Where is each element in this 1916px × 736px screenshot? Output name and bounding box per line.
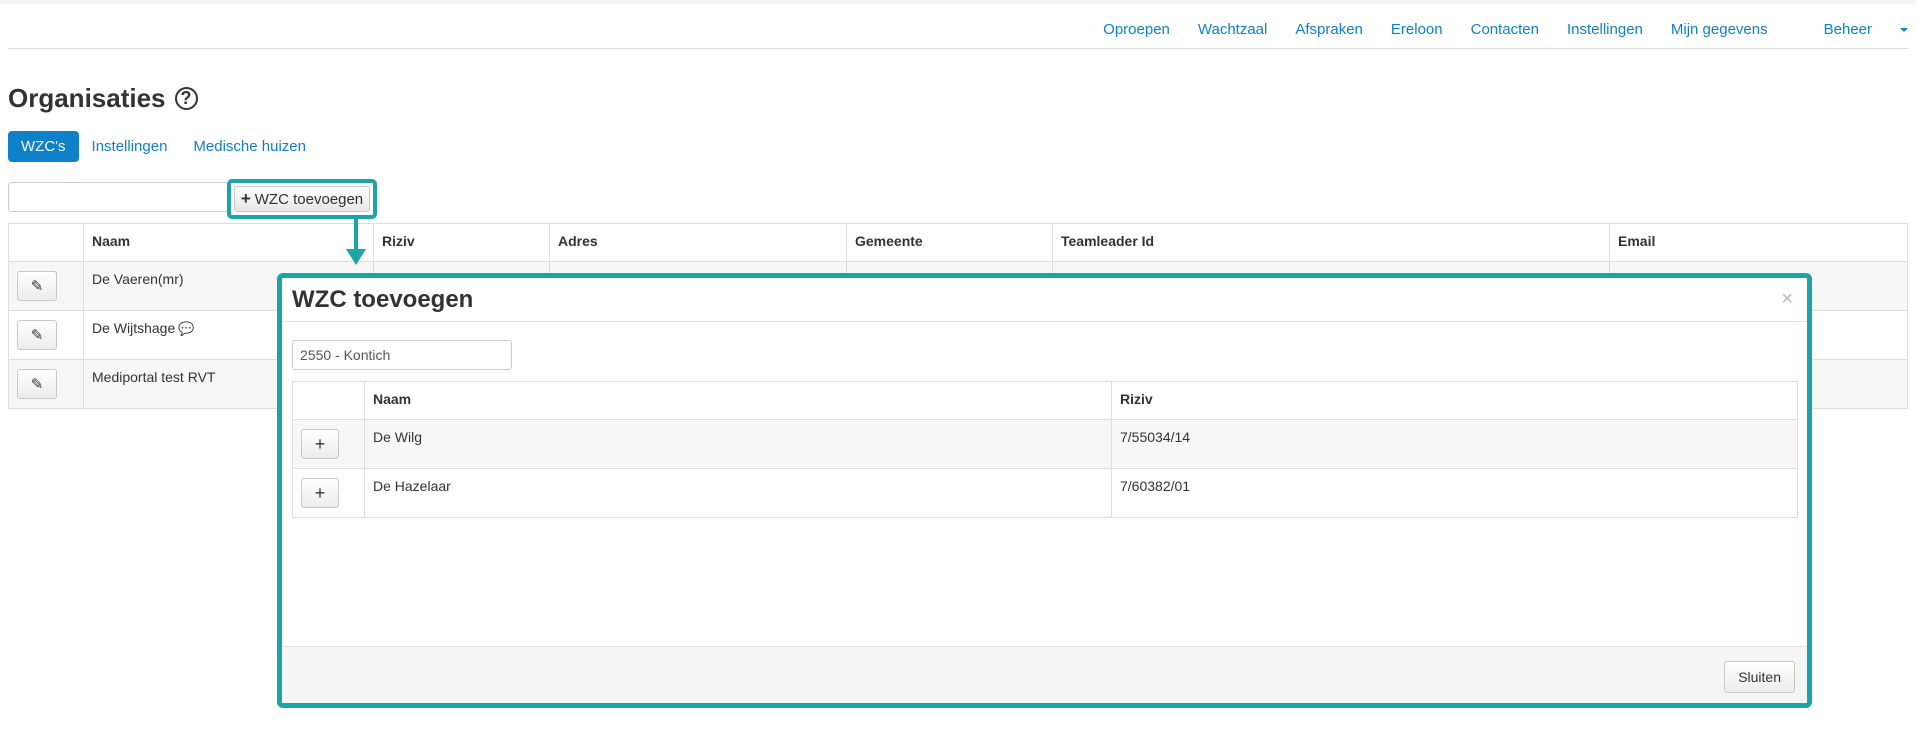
tab-instellingen[interactable]: Instellingen: [79, 131, 181, 162]
plus-icon: +: [240, 189, 251, 208]
filter-input[interactable]: [8, 182, 228, 212]
row-actions-cell: ✎: [8, 261, 84, 311]
column-header-naam: Naam: [83, 223, 374, 262]
question-circle-icon[interactable]: ?: [174, 87, 198, 110]
edit-button[interactable]: ✎: [17, 369, 57, 399]
tab-wzcs[interactable]: WZC's: [8, 131, 79, 162]
sluiten-button[interactable]: Sluiten: [1724, 661, 1795, 693]
row-actions-cell: ✎: [8, 310, 84, 360]
modal-title: WZC toevoegen: [292, 286, 474, 313]
modal-table-header-row: Naam Riziv: [292, 381, 1798, 420]
nav-item-beheer-label: Beheer: [1823, 21, 1872, 38]
modal-results-table: Naam Riziv + De Wilg 7/55034/14 + De Haz…: [292, 381, 1798, 518]
modal-search-input[interactable]: 2550 - Kontich: [292, 340, 512, 370]
modal-header-divider: [282, 321, 1807, 322]
modal-column-header-riziv: Riziv: [1111, 381, 1798, 420]
column-header-actions: [8, 223, 84, 262]
close-icon[interactable]: ×: [1781, 288, 1793, 311]
plus-icon: +: [314, 433, 326, 454]
column-header-email: Email: [1609, 223, 1908, 262]
column-header-teamleader-id: Teamleader Id: [1052, 223, 1610, 262]
nav-item-mijn-gegevens[interactable]: Mijn gegevens: [1671, 21, 1768, 38]
modal-column-header-actions: [292, 381, 365, 420]
column-header-gemeente: Gemeente: [846, 223, 1053, 262]
modal-row-riziv-cell: 7/55034/14: [1111, 419, 1798, 469]
edit-button[interactable]: ✎: [17, 320, 57, 350]
modal-column-header-naam: Naam: [364, 381, 1112, 420]
modal-row-naam-cell: De Wilg: [364, 419, 1112, 469]
pencil-icon: ✎: [30, 278, 44, 295]
modal-row-naam-cell: De Hazelaar: [364, 468, 1112, 518]
nav-item-ereloon[interactable]: Ereloon: [1391, 21, 1443, 38]
nav-item-instellingen[interactable]: Instellingen: [1567, 21, 1643, 38]
speech-bubble-icon: 💬: [178, 321, 195, 336]
row-naam-text: De Wijtshage: [92, 320, 176, 336]
pencil-icon: ✎: [30, 327, 44, 344]
edit-button[interactable]: ✎: [17, 271, 57, 301]
row-actions-cell: ✎: [8, 359, 84, 409]
add-row-button[interactable]: +: [301, 429, 339, 459]
nav-item-afspraken[interactable]: Afspraken: [1295, 21, 1363, 38]
add-row-button[interactable]: +: [301, 478, 339, 508]
modal-row-actions-cell: +: [292, 468, 365, 518]
add-wzc-button-label: WZC toevoegen: [254, 190, 364, 208]
nav-item-wachtzaal[interactable]: Wachtzaal: [1198, 21, 1267, 38]
add-wzc-modal: WZC toevoegen × 2550 - Kontich Naam Rizi…: [277, 273, 1812, 708]
nav-links: Oproepen Wachtzaal Afspraken Ereloon Con…: [1075, 21, 1908, 38]
callout-arrow-head-icon: [346, 249, 366, 265]
column-header-riziv: Riziv: [373, 223, 550, 262]
table-row: + De Hazelaar 7/60382/01: [292, 468, 1798, 518]
top-navbar: Oproepen Wachtzaal Afspraken Ereloon Con…: [8, 4, 1908, 49]
modal-footer: Sluiten: [282, 646, 1807, 703]
column-header-adres: Adres: [549, 223, 847, 262]
caret-down-icon: [1900, 28, 1908, 33]
pencil-icon: ✎: [30, 376, 44, 393]
page-title: Organisaties ?: [8, 83, 198, 114]
table-row: + De Wilg 7/55034/14: [292, 419, 1798, 469]
nav-item-contacten[interactable]: Contacten: [1471, 21, 1539, 38]
modal-row-actions-cell: +: [292, 419, 365, 469]
add-wzc-button[interactable]: + WZC toevoegen: [234, 186, 370, 212]
nav-item-oproepen[interactable]: Oproepen: [1103, 21, 1170, 38]
add-wzc-callout-frame: + WZC toevoegen: [227, 179, 377, 219]
modal-row-riziv-cell: 7/60382/01: [1111, 468, 1798, 518]
tab-bar: WZC's Instellingen Medische huizen: [8, 131, 319, 162]
page-title-text: Organisaties: [8, 83, 166, 113]
tab-medische-huizen[interactable]: Medische huizen: [180, 131, 319, 162]
plus-icon: +: [314, 482, 326, 503]
table-header-row: Naam Riziv Adres Gemeente Teamleader Id …: [8, 223, 1908, 262]
nav-item-beheer-dropdown[interactable]: Beheer: [1796, 21, 1908, 38]
